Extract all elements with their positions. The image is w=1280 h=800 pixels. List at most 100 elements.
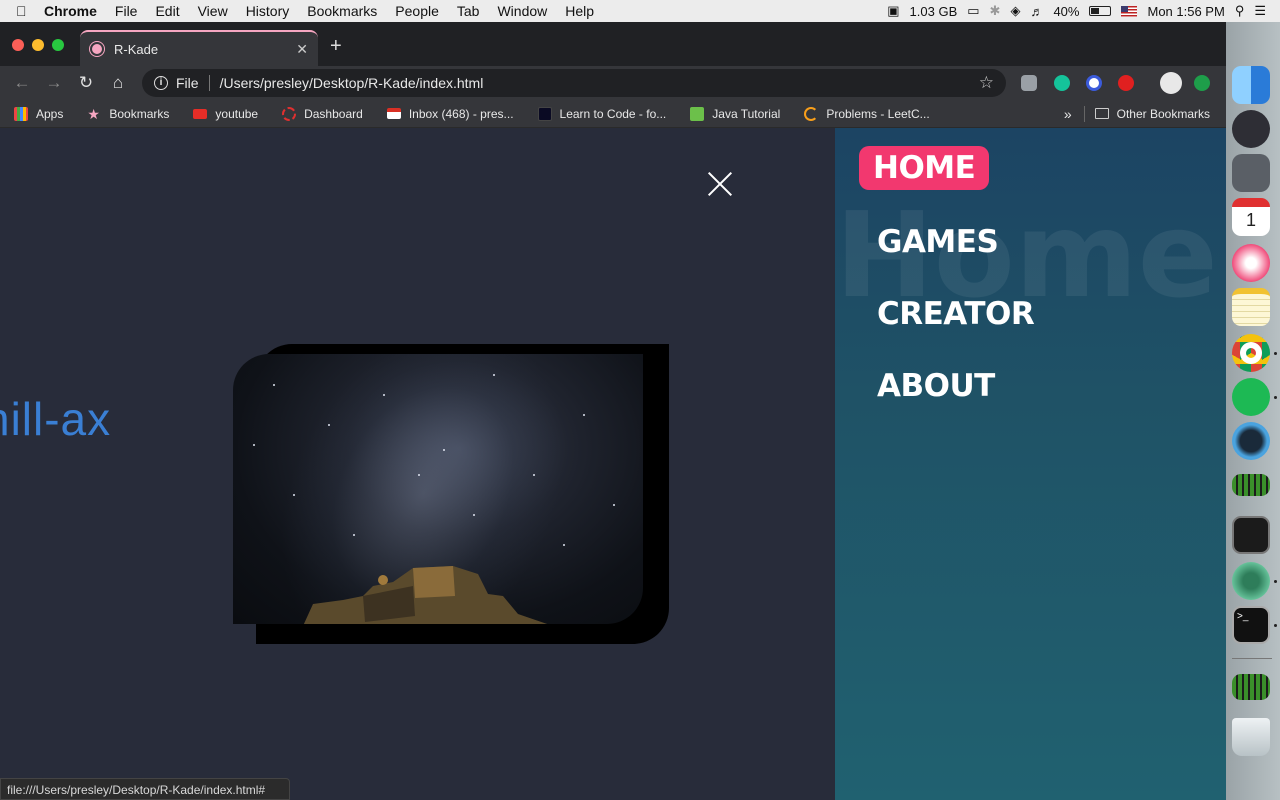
browser-window: R-Kade ✕ + ← → ↻ ⌂ i File /Users/presley… xyxy=(0,22,1226,800)
bookmark-dashboard[interactable]: Dashboard xyxy=(268,106,373,121)
dock-divider xyxy=(1232,658,1272,659)
bookmark-java-tutorial[interactable]: Java Tutorial xyxy=(676,106,790,121)
site-info-icon[interactable]: i xyxy=(154,76,168,90)
tab-r-kade[interactable]: R-Kade ✕ xyxy=(80,30,318,66)
menu-extras: ▣ 1.03 GB ▭ ✱ ◈ ♬ 40% Mon 1:56 PM ⚲ ☰ xyxy=(887,3,1280,19)
bookmarks-divider xyxy=(1083,105,1085,122)
star-bookmark-icon: ★ xyxy=(87,105,100,122)
bookmark-apps[interactable]: Apps xyxy=(0,106,73,121)
tab-close-icon[interactable]: ✕ xyxy=(296,41,308,58)
bookmark-label: Bookmarks xyxy=(109,106,170,121)
bookmarks-bar: Apps ★ Bookmarks youtube Dashboard Inbox… xyxy=(0,100,1226,128)
close-menu-icon[interactable] xyxy=(706,170,734,198)
menu-window[interactable]: Window xyxy=(488,3,556,19)
url-divider xyxy=(208,75,210,91)
apple-menu-icon[interactable]:  xyxy=(16,3,42,19)
reload-icon[interactable]: ↻ xyxy=(70,73,102,93)
new-tab-plus-icon[interactable]: + xyxy=(330,35,342,58)
minimize-window-button[interactable] xyxy=(32,39,44,51)
block-extension-icon[interactable] xyxy=(1086,75,1102,91)
bookmarks-overflow-chevron-icon[interactable]: » xyxy=(1052,106,1084,122)
menu-bookmarks[interactable]: Bookmarks xyxy=(298,3,386,19)
back-arrow-icon[interactable]: ← xyxy=(6,73,38,93)
finder-icon[interactable] xyxy=(1232,66,1270,104)
notification-center-icon[interactable]: ☰ xyxy=(1254,3,1266,19)
bookmark-leetcode[interactable]: Problems - LeetC... xyxy=(790,106,939,121)
system-preferences-icon[interactable] xyxy=(1232,154,1270,192)
menu-link-about[interactable]: ABOUT xyxy=(877,368,995,404)
menu-people[interactable]: People xyxy=(386,3,448,19)
spotlight-search-icon[interactable]: ⚲ xyxy=(1235,3,1245,19)
airplay-icon[interactable]: ▭ xyxy=(967,3,979,19)
macos-menu-bar:  Chrome File Edit View History Bookmark… xyxy=(0,0,1280,22)
memory-clean-icon[interactable] xyxy=(1232,674,1270,700)
home-icon[interactable]: ⌂ xyxy=(102,73,134,93)
menu-help[interactable]: Help xyxy=(556,3,603,19)
freecodecamp-icon xyxy=(537,106,552,121)
menu-view[interactable]: View xyxy=(189,3,237,19)
update-extension-icon[interactable] xyxy=(1194,75,1210,91)
bluetooth-icon[interactable]: ✱ xyxy=(990,3,1001,19)
url-text[interactable]: /Users/presley/Desktop/R-Kade/index.html xyxy=(220,75,484,91)
calendar-icon[interactable]: 1 xyxy=(1232,198,1270,236)
menu-history[interactable]: History xyxy=(237,3,299,19)
shield-extension-icon[interactable] xyxy=(1021,75,1037,91)
grammarly-extension-icon[interactable] xyxy=(1054,75,1070,91)
folder-icon xyxy=(1094,108,1109,119)
browser-toolbar: ← → ↻ ⌂ i File /Users/presley/Desktop/R-… xyxy=(0,66,1226,100)
menu-link-creator[interactable]: CREATOR xyxy=(877,296,1035,332)
running-indicator xyxy=(1274,396,1277,399)
bookmark-bookmarks[interactable]: ★ Bookmarks xyxy=(73,107,179,121)
bookmark-label: Inbox (468) - pres... xyxy=(408,106,514,121)
terminal-icon[interactable]: >_ xyxy=(1232,606,1270,644)
menu-link-home[interactable]: HOME xyxy=(859,146,990,190)
profile-avatar-icon[interactable] xyxy=(1160,72,1182,94)
menu-app-name[interactable]: Chrome xyxy=(42,3,106,19)
menu-link-games[interactable]: GAMES xyxy=(877,224,999,260)
quicktime-icon[interactable] xyxy=(1232,422,1270,460)
memory-icon[interactable]: ▣ xyxy=(887,3,899,19)
gmail-icon xyxy=(386,108,401,119)
bookmark-other-bookmarks[interactable]: Other Bookmarks xyxy=(1094,107,1226,121)
bookmark-star-icon[interactable]: ☆ xyxy=(979,73,994,93)
close-window-button[interactable] xyxy=(12,39,24,51)
atom-icon[interactable] xyxy=(1232,562,1270,600)
volume-icon[interactable]: ♬ xyxy=(1030,4,1043,19)
wifi-icon[interactable]: ◈ xyxy=(1010,3,1020,19)
chrome-icon[interactable] xyxy=(1232,334,1270,372)
activity-monitor-icon[interactable] xyxy=(1232,516,1270,554)
bookmark-label: youtube xyxy=(215,106,259,121)
memory-icon[interactable] xyxy=(1232,474,1270,496)
menu-clock[interactable]: Mon 1:56 PM xyxy=(1147,4,1224,19)
notes-icon[interactable] xyxy=(1232,288,1270,326)
web-page: hill-ax Hom xyxy=(0,128,1226,800)
address-bar[interactable]: i File /Users/presley/Desktop/R-Kade/ind… xyxy=(142,69,1006,97)
bookmark-youtube[interactable]: youtube xyxy=(179,107,268,121)
input-source-flag-icon[interactable] xyxy=(1121,5,1138,17)
tab-favicon-icon xyxy=(90,42,104,56)
menu-edit[interactable]: Edit xyxy=(146,3,188,19)
forward-arrow-icon[interactable]: → xyxy=(38,73,70,93)
brand-logo-text[interactable]: hill-ax xyxy=(0,392,111,446)
bookmark-learn-to-code[interactable]: Learn to Code - fo... xyxy=(524,106,677,121)
bookmark-label: Apps xyxy=(36,106,64,121)
tab-title: R-Kade xyxy=(114,41,159,57)
bookmark-label: Problems - LeetC... xyxy=(826,106,930,121)
menu-file[interactable]: File xyxy=(106,3,147,19)
itunes-icon[interactable] xyxy=(1232,244,1270,282)
youtube-icon xyxy=(193,108,208,119)
spotify-icon[interactable] xyxy=(1232,378,1270,416)
running-indicator xyxy=(1274,352,1277,355)
bookmark-inbox[interactable]: Inbox (468) - pres... xyxy=(373,107,524,121)
zoom-window-button[interactable] xyxy=(52,39,64,51)
trash-icon[interactable] xyxy=(1232,718,1270,756)
dashboard-icon xyxy=(282,106,297,121)
launchpad-icon[interactable] xyxy=(1232,110,1270,148)
battery-icon[interactable] xyxy=(1089,6,1112,16)
bookmark-label: Java Tutorial xyxy=(712,106,781,121)
menu-tab[interactable]: Tab xyxy=(448,3,489,19)
calendar-day: 1 xyxy=(1245,210,1256,230)
battery-percent: 40% xyxy=(1053,3,1080,19)
running-indicator xyxy=(1274,580,1277,583)
hand-extension-icon[interactable] xyxy=(1118,75,1134,91)
